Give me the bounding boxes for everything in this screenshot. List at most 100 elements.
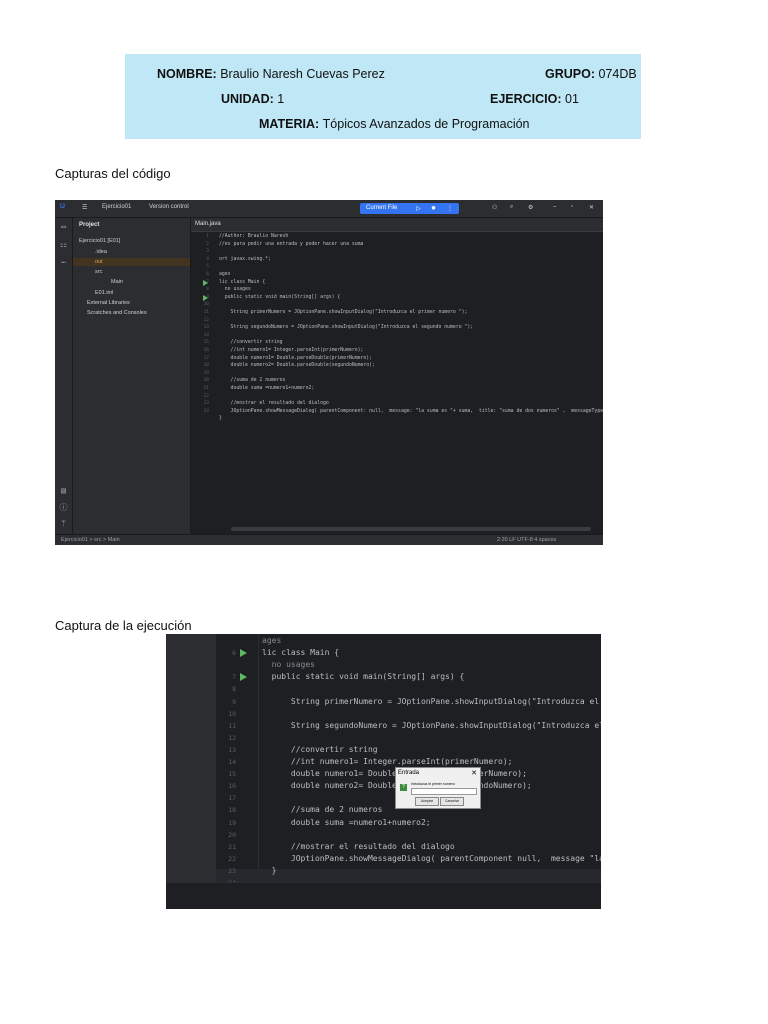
exec-code-line: String primerNumero = JOptionPane.showIn… — [262, 696, 601, 706]
git-icon[interactable]: ᛘ — [59, 519, 68, 528]
exec-line-number: 12 — [228, 733, 236, 742]
code-line: JOptionPane.showMessageDialog( parentCom… — [219, 408, 603, 414]
search-icon[interactable]: ⌕ — [510, 204, 513, 211]
run-gutter-icon[interactable] — [203, 294, 208, 301]
tree-item-idea[interactable]: .idea — [95, 249, 107, 255]
horizontal-scrollbar[interactable] — [231, 527, 591, 531]
structure-icon[interactable]: ⚏ — [59, 240, 68, 249]
grupo-value: 074DB — [598, 67, 637, 81]
exec-line-number: 23 — [228, 866, 236, 875]
dialog-input-field[interactable] — [411, 788, 477, 795]
exec-line-number: 17 — [228, 794, 236, 803]
code-line: } — [219, 416, 222, 422]
project-panel-title[interactable]: Project — [79, 222, 99, 228]
exec-line-number: 9 — [232, 697, 236, 706]
project-panel: Project Ejercicio01 [E01] .idea out src … — [73, 218, 191, 534]
tree-item-iml[interactable]: E01.iml — [95, 290, 113, 296]
line-number: 5 — [206, 264, 209, 270]
code-line: String segundoNumero = JOptionPane.showI… — [219, 325, 474, 331]
line-number: 6 — [206, 272, 209, 277]
exec-code-line: //suma de 2 numeros — [262, 805, 383, 815]
exec-line-number: 21 — [228, 842, 236, 851]
more-icon[interactable]: ⋮ — [447, 205, 453, 212]
exec-code-line: } — [262, 865, 277, 875]
code-line: ages — [219, 272, 231, 277]
maximize-icon[interactable]: ▫ — [571, 204, 573, 210]
exec-line-number: 22 — [228, 854, 236, 863]
exec-code-line: no usages — [262, 660, 315, 670]
unidad-row: UNIDAD: 1 — [221, 92, 284, 106]
line-number: 10 — [203, 302, 209, 308]
grupo-label: GRUPO: — [545, 67, 595, 81]
line-number: 23 — [203, 401, 209, 407]
minimize-icon[interactable]: – — [553, 204, 556, 210]
tree-item-scratches[interactable]: Scratches and Consoles — [87, 310, 147, 316]
exec-line-number: 18 — [228, 806, 236, 815]
problems-icon[interactable]: ⓘ — [59, 503, 68, 512]
status-info[interactable]: 2:20 LF UTF-8 4 spaces — [497, 537, 556, 543]
exec-code-line: String segundoNumero = JOptionPane.showI… — [262, 720, 601, 730]
folder-icon[interactable]: ▭ — [59, 222, 68, 231]
tree-item-src[interactable]: src — [95, 269, 102, 275]
line-number: 22 — [203, 393, 209, 399]
tool-window-strip: ▭ ⚏ … ▤ ⓘ ᛘ — [55, 218, 73, 534]
more-tools-icon[interactable]: … — [59, 256, 68, 265]
ejercicio-value: 01 — [565, 92, 579, 106]
line-number: 11 — [203, 310, 209, 315]
code-line: //int numero1= Integer.parseInt(primerNu… — [219, 348, 364, 353]
code-section-title: Capturas del código — [55, 166, 171, 181]
exec-section-title: Captura de la ejecución — [55, 618, 192, 633]
status-bar: Ejercicio01 > src > Main 2:20 LF UTF-8 4… — [55, 534, 603, 545]
left-panel — [166, 634, 216, 909]
dialog-cancel-button[interactable]: Cancelar — [440, 797, 464, 806]
question-icon: ? — [400, 784, 407, 791]
account-icon[interactable]: ⚇ — [492, 204, 497, 211]
exec-line-number: 7 — [232, 673, 236, 682]
tree-item-external-libraries[interactable]: External Libraries — [87, 300, 130, 306]
exec-code-line: double suma =numero1+numero2; — [262, 817, 431, 827]
run-gutter-icon[interactable] — [203, 279, 208, 286]
vcs-selector[interactable]: Version control — [149, 204, 189, 210]
code-line: //suma de 2 numeros — [219, 378, 286, 384]
unidad-label: UNIDAD: — [221, 92, 274, 106]
tab-main-java[interactable]: Main.java — [195, 221, 221, 227]
execution-screenshot: ages 6 lic class Main { no usages 7 public … — [166, 634, 601, 909]
run-gutter-icon[interactable] — [240, 649, 247, 658]
exec-code-line: public static void main(String[] args) { — [262, 672, 465, 682]
exec-line-number: 8 — [232, 685, 236, 694]
code-line: //es para pedir una entrada y poder hace… — [219, 241, 364, 247]
exec-line-number: 6 — [232, 649, 236, 658]
line-number: 12 — [203, 317, 209, 323]
exec-code-line: //mostrar el resultado del dialogo — [262, 841, 455, 851]
tree-item-main[interactable]: Main — [111, 279, 123, 285]
menu-icon[interactable]: ☰ — [82, 204, 87, 211]
exec-line-number: 14 — [228, 758, 236, 766]
line-number: 1 — [206, 234, 209, 239]
run-gutter-icon[interactable] — [240, 673, 247, 682]
nombre-label: NOMBRE: — [157, 67, 217, 81]
code-line: //Author: Braulio Naresh — [219, 234, 289, 239]
code-editor[interactable]: Main.java 1 2 3 4 5 6 7 8 9 10 11 12 13 14 15 16 17 18 19 2… — [191, 218, 603, 534]
dialog-close-icon[interactable]: ✕ — [471, 769, 477, 777]
line-number: 24 — [203, 408, 209, 414]
close-icon[interactable]: ✕ — [589, 204, 594, 211]
tree-item-out[interactable]: out — [95, 259, 103, 265]
settings-icon[interactable]: ⚙ — [528, 204, 533, 211]
grupo-row: GRUPO: 074DB — [545, 67, 637, 81]
dialog-message: Introduzca el primer numero — [411, 782, 455, 786]
status-breadcrumb[interactable]: Ejercicio01 > src > Main — [61, 537, 120, 543]
code-line: double suma =numero1+numero2; — [219, 386, 315, 391]
run-config-selector[interactable]: Current File ▷ ✹ ⋮ — [360, 203, 459, 214]
debug-icon[interactable]: ✹ — [431, 205, 436, 212]
ide-logo-icon: IJ — [60, 204, 66, 210]
dialog-ok-button[interactable]: Aceptar — [415, 797, 439, 806]
tree-item-root[interactable]: Ejercicio01 [E01] — [79, 238, 120, 244]
code-line: ort javax.swing.*; — [219, 256, 271, 262]
run-icon[interactable]: ▷ — [416, 205, 421, 212]
line-number: 19 — [203, 370, 209, 376]
code-line: public static void main(String[] args) { — [219, 294, 341, 300]
code-line: lic class Main { — [219, 279, 266, 285]
project-selector[interactable]: Ejercicio01 — [102, 204, 131, 210]
terminal-icon[interactable]: ▤ — [59, 486, 68, 495]
nombre-value: Braulio Naresh Cuevas Perez — [220, 67, 385, 81]
